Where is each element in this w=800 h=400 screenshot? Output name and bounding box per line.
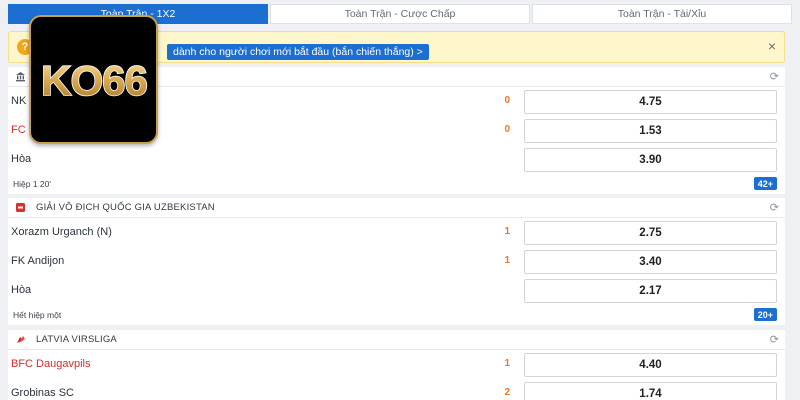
odds-button[interactable]: 1.74 bbox=[524, 382, 777, 400]
odds-button[interactable]: 4.75 bbox=[524, 90, 777, 114]
team-score: 1 bbox=[504, 255, 510, 266]
odds-button[interactable]: 2.75 bbox=[524, 221, 777, 245]
league-name: GIẢI VÔ ĐỊCH QUỐC GIA UZBEKISTAN bbox=[36, 202, 215, 213]
refresh-icon[interactable]: ⟳ bbox=[770, 333, 779, 346]
match-footer: Hết hiệp một 20+ bbox=[8, 305, 785, 325]
betting-page: Toàn Trận - 1X2 Toàn Trận - Cược Chấp To… bbox=[0, 0, 800, 400]
selection-row: BFC Daugavpils 1 4.40 bbox=[8, 350, 785, 379]
refresh-icon[interactable]: ⟳ bbox=[770, 201, 779, 214]
ko66-logo: KO66 bbox=[29, 15, 158, 144]
team-name: NK bbox=[11, 95, 27, 107]
selection-row: Hòa 2.17 bbox=[8, 276, 785, 305]
logo-text: KO66 bbox=[41, 57, 147, 104]
team-score: 1 bbox=[504, 226, 510, 237]
more-markets-badge[interactable]: 42+ bbox=[753, 177, 777, 190]
selection-row: Grobinas SC 2 1.74 bbox=[8, 379, 785, 400]
team-score: 0 bbox=[504, 124, 510, 135]
more-markets-badge[interactable]: 20+ bbox=[753, 308, 777, 321]
league-header[interactable]: LATVIA VIRSLIGA ⟳ bbox=[8, 330, 785, 350]
ko66-logo-mark: KO66 bbox=[40, 56, 148, 105]
team-score: 2 bbox=[504, 387, 510, 398]
team-name: Grobinas SC bbox=[11, 387, 74, 399]
close-icon[interactable]: × bbox=[768, 38, 776, 54]
team-score: 0 bbox=[504, 95, 510, 106]
tab-full-time-handicap[interactable]: Toàn Trận - Cược Chấp bbox=[270, 4, 530, 24]
refresh-icon[interactable]: ⟳ bbox=[770, 70, 779, 83]
selection-row: Hòa 3.90 bbox=[8, 145, 785, 174]
match-status: Hết hiệp một bbox=[13, 310, 62, 320]
selection-row: Xorazm Urganch (N) 1 2.75 bbox=[8, 218, 785, 247]
bank-icon bbox=[14, 71, 26, 83]
odds-button[interactable]: 2.17 bbox=[524, 279, 777, 303]
beginner-guide-link[interactable]: dành cho người chơi mới bắt đầu (bắn chi… bbox=[167, 44, 429, 60]
odds-button[interactable]: 3.90 bbox=[524, 148, 777, 172]
draw-label: Hòa bbox=[11, 284, 32, 296]
league-header[interactable]: GIẢI VÔ ĐỊCH QUỐC GIA UZBEKISTAN ⟳ bbox=[8, 198, 785, 218]
league-section: LATVIA VIRSLIGA ⟳ BFC Daugavpils 1 4.40 … bbox=[8, 330, 785, 400]
team-score: 1 bbox=[504, 358, 510, 369]
team-name: FC bbox=[11, 124, 26, 136]
league-name: LATVIA VIRSLIGA bbox=[36, 334, 117, 345]
team-name: FK Andijon bbox=[11, 255, 65, 267]
draw-label: Hòa bbox=[11, 153, 32, 165]
match-status: Hiệp 1 20' bbox=[13, 179, 52, 189]
flag-icon bbox=[14, 202, 26, 214]
league-section: GIẢI VÔ ĐỊCH QUỐC GIA UZBEKISTAN ⟳ Xoraz… bbox=[8, 198, 785, 325]
odds-button[interactable]: 1.53 bbox=[524, 119, 777, 143]
selection-row: FK Andijon 1 3.40 bbox=[8, 247, 785, 276]
flag-icon bbox=[14, 334, 26, 346]
match-footer: Hiệp 1 20' 42+ bbox=[8, 174, 785, 194]
team-name: Xorazm Urganch (N) bbox=[11, 226, 112, 238]
odds-button[interactable]: 4.40 bbox=[524, 353, 777, 377]
odds-button[interactable]: 3.40 bbox=[524, 250, 777, 274]
team-name: BFC Daugavpils bbox=[11, 358, 91, 370]
tab-full-time-over-under[interactable]: Toàn Trận - Tài/Xỉu bbox=[532, 4, 792, 24]
